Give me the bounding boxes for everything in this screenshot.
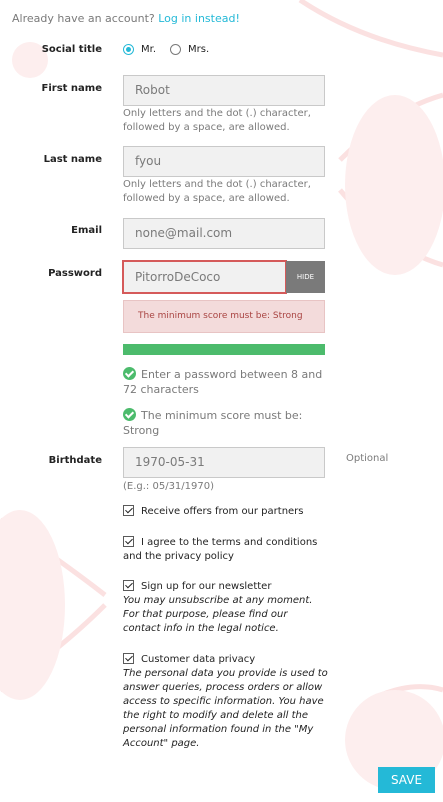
check-circle-icon	[123, 367, 136, 380]
radio-mr[interactable]: Mr.	[123, 44, 156, 55]
privacy-label: Customer data privacy	[141, 654, 256, 665]
birthdate-optional: Optional	[346, 453, 389, 464]
requirement-length-text: Enter a password between 8 and 72 charac…	[123, 368, 323, 396]
privacy-checkbox-row[interactable]: Customer data privacy	[123, 653, 328, 667]
radio-mrs-label: Mrs.	[188, 44, 210, 55]
email-field[interactable]: none@mail.com	[123, 218, 325, 249]
password-requirement-length: Enter a password between 8 and 72 charac…	[123, 367, 328, 397]
radio-mr-circle[interactable]	[123, 44, 134, 55]
radio-mrs[interactable]: Mrs.	[170, 44, 209, 55]
login-link[interactable]: Log in instead!	[158, 12, 240, 25]
birthdate-label: Birthdate	[48, 455, 102, 466]
password-field[interactable]: PitorroDeCoco	[122, 260, 287, 294]
privacy-note: The personal data you provide is used to…	[123, 668, 328, 749]
check-circle-icon	[123, 408, 136, 421]
terms-label: I agree to the terms and conditions and …	[123, 537, 318, 562]
last-name-field[interactable]: fyou	[123, 146, 325, 177]
terms-checkbox[interactable]	[123, 536, 134, 547]
social-title-label: Social title	[41, 44, 102, 55]
password-label: Password	[48, 268, 102, 279]
newsletter-checkbox-row[interactable]: Sign up for our newsletter	[123, 580, 328, 594]
newsletter-label: Sign up for our newsletter	[141, 581, 272, 592]
terms-checkbox-row[interactable]: I agree to the terms and conditions and …	[123, 536, 328, 564]
hide-password-button[interactable]: HIDE	[286, 261, 325, 293]
partners-checkbox[interactable]	[123, 505, 134, 516]
birthdate-field[interactable]: 1970-05-31	[123, 447, 325, 478]
privacy-checkbox[interactable]	[123, 653, 134, 664]
radio-mr-label: Mr.	[141, 44, 156, 55]
password-strength-meter	[123, 344, 325, 355]
last-name-label: Last name	[43, 154, 102, 165]
requirement-score-text: The minimum score must be: Strong	[123, 409, 303, 437]
social-title-radio-group: Mr. Mrs.	[123, 44, 223, 55]
partners-checkbox-row[interactable]: Receive offers from our partners	[123, 505, 328, 519]
first-name-label: First name	[41, 83, 102, 94]
birthdate-hint: (E.g.: 05/31/1970)	[123, 481, 215, 492]
newsletter-checkbox[interactable]	[123, 580, 134, 591]
first-name-hint: Only letters and the dot (.) character, …	[123, 108, 311, 133]
password-error-alert: The minimum score must be: Strong	[123, 300, 325, 333]
first-name-field[interactable]: Robot	[123, 75, 325, 106]
last-name-hint: Only letters and the dot (.) character, …	[123, 179, 311, 204]
login-prompt-text: Already have an account?	[12, 12, 155, 25]
save-button[interactable]: SAVE	[378, 767, 435, 793]
newsletter-note: You may unsubscribe at any moment. For t…	[123, 595, 313, 634]
radio-mrs-circle[interactable]	[170, 44, 181, 55]
login-prompt: Already have an account? Log in instead!	[12, 12, 240, 25]
email-label: Email	[71, 225, 102, 236]
partners-label: Receive offers from our partners	[141, 506, 304, 517]
password-requirement-score: The minimum score must be: Strong	[123, 408, 328, 438]
